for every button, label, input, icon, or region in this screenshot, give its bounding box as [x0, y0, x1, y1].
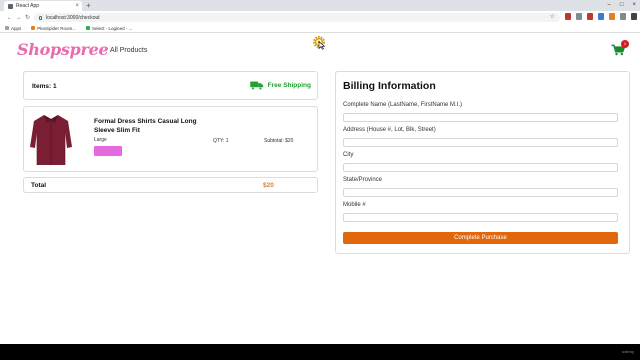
extension-icon[interactable]	[620, 13, 626, 20]
city-field[interactable]	[343, 163, 618, 172]
shopspree-logo[interactable]: Shopspree	[17, 40, 109, 59]
bookmark-label: PlexSpider Room...	[37, 25, 77, 31]
maximize-icon[interactable]: □	[620, 1, 624, 10]
url-text: localhost:3000/checkout	[46, 14, 100, 21]
reload-icon[interactable]: ↻	[23, 14, 32, 21]
free-shipping-badge: Free Shipping	[249, 81, 311, 90]
browser-tab[interactable]: React App ×	[4, 1, 82, 11]
bookmark-icon	[31, 26, 36, 30]
cursor-icon	[318, 41, 326, 50]
product-subtotal: Subtotal: $20	[264, 138, 294, 144]
product-image[interactable]	[28, 111, 74, 167]
all-products-link[interactable]: All Products	[110, 47, 147, 54]
new-tab-icon[interactable]: +	[86, 1, 91, 10]
product-size: Large	[94, 137, 107, 143]
extension-icon[interactable]	[598, 13, 604, 20]
truck-icon	[249, 81, 263, 90]
window-controls: – □ ×	[608, 1, 636, 10]
checkout-page: Shopspree All Products 1 Items: 1 Free S…	[0, 33, 640, 344]
browser-tab-bar: React App × + – □ ×	[0, 0, 640, 11]
state-field[interactable]	[343, 188, 618, 197]
video-bottom-bar: udemy	[0, 344, 640, 360]
items-summary-card: Items: 1 Free Shipping	[23, 71, 318, 100]
bookmark-label: Select - Logined - ...	[92, 25, 133, 31]
bookmarks-bar: Apps PlexSpider Room... Select - Logined…	[0, 24, 640, 33]
full-name-label: Complete Name (LastName, FirstName M.I.)	[343, 102, 463, 108]
product-color-swatch	[94, 146, 122, 156]
complete-purchase-button[interactable]: Complete Purchase	[343, 232, 618, 244]
close-icon[interactable]: ×	[75, 3, 79, 9]
address-bar[interactable]: localhost:3000/checkout ☆	[34, 13, 560, 22]
order-total-card: Total $20	[23, 177, 318, 193]
info-icon[interactable]	[39, 15, 42, 20]
state-label: State/Province	[343, 177, 383, 183]
bookmark-label: Apps	[11, 25, 22, 31]
cart-count-badge: 1	[621, 40, 629, 48]
extension-icon[interactable]	[587, 13, 593, 20]
tab-title: React App	[16, 3, 40, 9]
city-label: City	[343, 152, 354, 158]
extension-icons: ⋮	[565, 13, 640, 20]
bookmark-item[interactable]: Select - Logined - ...	[86, 26, 132, 31]
apps-icon	[5, 26, 9, 30]
total-value: $20	[263, 182, 274, 189]
back-icon[interactable]: ←	[5, 15, 14, 21]
extension-icon[interactable]	[609, 13, 615, 20]
extension-icon[interactable]	[565, 13, 571, 20]
bookmark-star-icon[interactable]: ☆	[550, 14, 555, 21]
product-name[interactable]: Formal Dress Shirts Casual Long Sleeve S…	[94, 117, 209, 135]
minimize-icon[interactable]: –	[608, 1, 611, 10]
billing-title: Billing Information	[343, 80, 436, 92]
billing-form-card: Billing Information Complete Name (LastN…	[335, 71, 630, 254]
mobile-field[interactable]	[343, 213, 618, 222]
profile-icon[interactable]	[631, 13, 637, 20]
mobile-label: Mobile #	[343, 202, 366, 208]
window-close-icon[interactable]: ×	[632, 1, 636, 10]
browser-toolbar: ← → ↻ localhost:3000/checkout ☆ ⋮	[0, 11, 640, 24]
extension-icon[interactable]	[576, 13, 582, 20]
full-name-field[interactable]	[343, 113, 618, 122]
forward-icon[interactable]: →	[14, 15, 23, 21]
items-count: Items: 1	[32, 83, 57, 90]
total-label: Total	[31, 182, 47, 189]
watermark: udemy	[621, 349, 634, 354]
bookmark-icon	[86, 26, 91, 30]
cart-product-card: Formal Dress Shirts Casual Long Sleeve S…	[23, 106, 318, 172]
free-shipping-label: Free Shipping	[267, 82, 311, 89]
react-favicon-icon	[8, 3, 13, 9]
bookmark-apps[interactable]: Apps	[5, 26, 21, 31]
bookmark-item[interactable]: PlexSpider Room...	[31, 26, 76, 31]
address-field[interactable]	[343, 138, 618, 147]
address-label: Address (House #, Lot, Blk, Street)	[343, 127, 436, 133]
product-quantity: QTY: 1	[213, 138, 229, 144]
